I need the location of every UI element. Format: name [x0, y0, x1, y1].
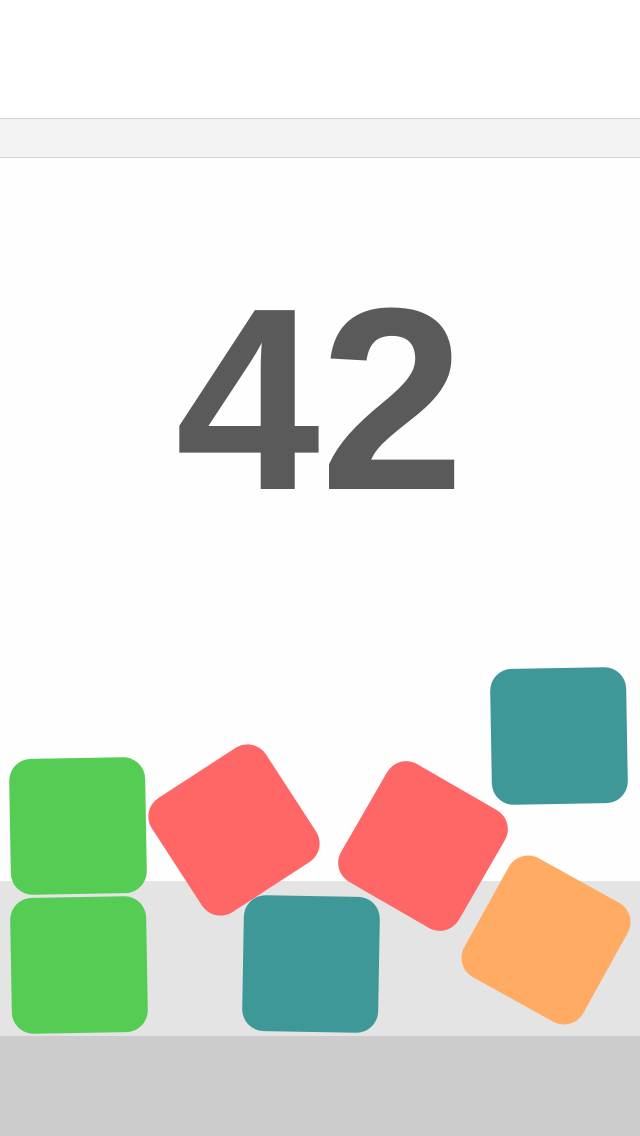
block-teal-top-right[interactable] — [489, 666, 629, 806]
ground-lower — [0, 1036, 640, 1136]
block-green-bottom[interactable] — [9, 895, 149, 1035]
block-teal-middle[interactable] — [241, 894, 381, 1034]
top-blank-area — [0, 0, 640, 118]
score-display: 42 — [175, 255, 465, 545]
block-green-top[interactable] — [8, 756, 148, 896]
top-bar — [0, 118, 640, 158]
